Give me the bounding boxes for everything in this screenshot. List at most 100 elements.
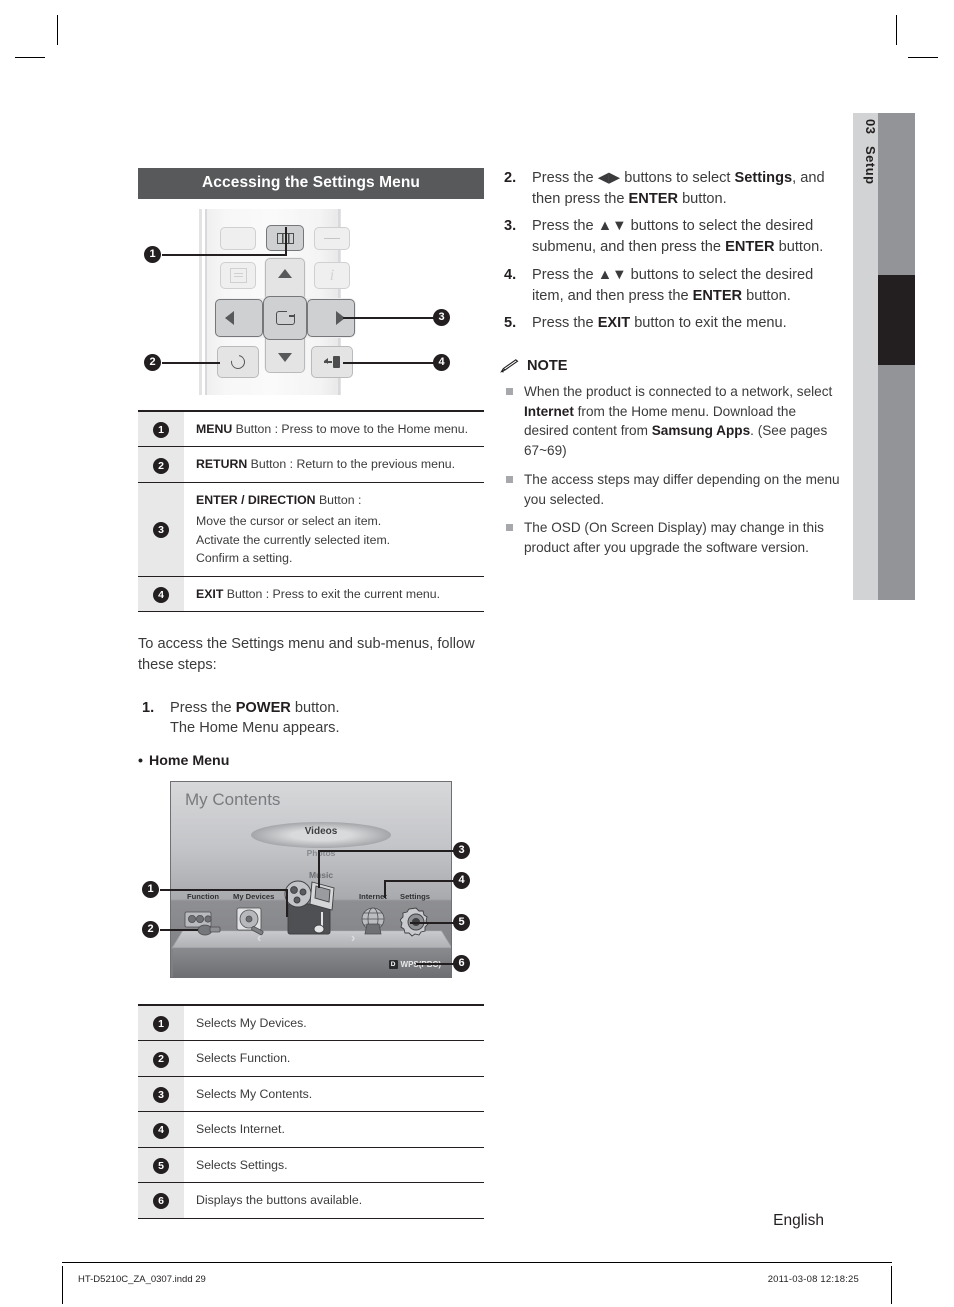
table-row: 2 Selects Function.: [138, 1040, 484, 1077]
remote-control-figure: i 1 2 3 4: [138, 205, 484, 410]
row-number: 5: [153, 1158, 169, 1175]
note-bullet-icon: [506, 475, 513, 483]
home-menu-heading-label: Home Menu: [148, 752, 230, 769]
callout-3: 3: [433, 309, 450, 326]
leader-2-h: [162, 362, 220, 364]
section-title-bar: Accessing the Settings Menu: [138, 168, 484, 199]
table-row: 1 MENU Button : Press to move to the Hom…: [138, 411, 484, 448]
note-header: NOTE: [500, 358, 840, 374]
home-callout-1: 1: [142, 880, 159, 898]
left-column: Accessing the Settings Menu i 1 2 3 4 1 …: [138, 168, 484, 1219]
function-icon[interactable]: [183, 908, 223, 938]
list-item: 3. Press the ▲▼ buttons to select the de…: [500, 216, 840, 257]
row-extra-line: Confirm a setting.: [196, 551, 293, 566]
shelf-label-my-devices: My Devices: [233, 891, 275, 901]
carousel-next-arrow[interactable]: ›: [351, 930, 355, 945]
language-footer: English: [773, 1212, 824, 1229]
leader-1-h: [162, 254, 287, 256]
table-row: 4 EXIT Button : Press to exit the curren…: [138, 576, 484, 613]
internet-icon[interactable]: [357, 906, 391, 938]
step-number: 4.: [504, 266, 517, 283]
note-text: When the product is connected to a netwo…: [524, 384, 833, 459]
step-post: button.: [290, 699, 340, 716]
chapter-tab: 03 Setup: [853, 113, 915, 600]
step-list-continued: 2. Press the ◀▶ buttons to select Settin…: [500, 168, 840, 334]
row-number-cell: 4: [138, 576, 184, 613]
home-callout-3: 3: [453, 841, 470, 859]
remote-button-enter: [263, 296, 307, 340]
enter-icon: [275, 310, 296, 325]
table-row: 1 Selects My Devices.: [138, 1004, 484, 1042]
chapter-number: 03: [863, 119, 878, 135]
row-number: 1: [153, 1016, 169, 1033]
shelf-label-internet: Internet: [359, 891, 387, 901]
chapter-tab-active-marker: [878, 275, 915, 365]
home-menu-figure: My Contents Videos Photos Music Function…: [138, 777, 484, 992]
row-bold: RETURN: [196, 457, 248, 472]
row-bold: ENTER / DIRECTION: [196, 492, 316, 507]
chapter-name: Setup: [863, 146, 878, 186]
carousel-item-videos[interactable]: Videos: [251, 826, 391, 837]
remote-edge-left: [199, 209, 202, 395]
table-row: 3 Selects My Contents.: [138, 1076, 484, 1113]
table-row: 2 RETURN Button : Return to the previous…: [138, 446, 484, 483]
step-list-one: 1. Press the POWER button. The Home Menu…: [138, 698, 484, 739]
leader-hm-1-v: [286, 888, 288, 917]
remote-button-blank-right: [314, 227, 350, 250]
footer-tick-right: [891, 1266, 892, 1304]
return-icon: [228, 352, 248, 372]
footer-tick-left: [62, 1266, 63, 1304]
home-callout-4: 4: [453, 871, 470, 889]
row-text-cell: RETURN Button : Return to the previous m…: [184, 446, 484, 483]
leader-hm-6-h: [416, 962, 456, 965]
shelf-label-function: Function: [187, 891, 220, 901]
row-text-cell: Selects Settings.: [184, 1147, 484, 1184]
callout-4: 4: [433, 354, 450, 371]
row-number: 4: [153, 1122, 169, 1139]
row-number-cell: 1: [138, 411, 184, 448]
step-number: 2.: [504, 170, 517, 186]
footer-timestamp: 2011-03-08 12:18:25: [767, 1274, 859, 1285]
row-text-cell: Selects Internet.: [184, 1111, 484, 1148]
row-number: 6: [153, 1193, 169, 1210]
row-number-cell: 2: [138, 1040, 184, 1077]
carousel-prev-arrow[interactable]: ‹: [257, 930, 261, 945]
home-callout-2: 2: [142, 920, 159, 938]
leader-hm-1-h: [160, 888, 288, 891]
row-extra-line: Move the cursor or select an item.: [196, 514, 382, 529]
leader-3-h: [343, 317, 436, 319]
chapter-tab-label: 03 Setup: [853, 113, 878, 263]
step-bold: POWER: [235, 699, 291, 716]
my-devices-icon[interactable]: [233, 906, 269, 938]
step-text: Press the ▲▼ buttons to select the desir…: [532, 266, 814, 304]
dash-icon: [324, 237, 340, 240]
row-number: 2: [153, 1051, 169, 1068]
note-text: The access steps may differ depending on…: [524, 471, 840, 507]
print-footer: HT-D5210C_ZA_0307.indd 29 2011-03-08 12:…: [0, 1262, 954, 1307]
pencil-icon: [500, 359, 520, 373]
remote-button-blank-left: [220, 227, 256, 250]
step-second-line: The Home Menu appears.: [170, 720, 340, 737]
callout-1: 1: [144, 246, 161, 263]
bullet-icon: •: [138, 752, 143, 769]
row-text-cell: ENTER / DIRECTION Button : Move the curs…: [184, 482, 484, 577]
note-list: When the product is connected to a netwo…: [500, 382, 840, 558]
list-item: When the product is connected to a netwo…: [500, 382, 840, 461]
intro-paragraph: To access the Settings menu and sub-menu…: [138, 636, 475, 673]
row-number: 4: [153, 586, 169, 603]
leader-hm-4-v: [384, 879, 386, 898]
step-pre: Press the: [170, 699, 236, 716]
home-callout-6: 6: [453, 954, 470, 972]
step-text: Press the EXIT button to exit the menu.: [532, 315, 787, 332]
right-column: 2. Press the ◀▶ buttons to select Settin…: [500, 168, 840, 567]
wps-button-badge: D: [388, 959, 398, 969]
step-text: Press the ◀▶ buttons to select Settings,…: [532, 170, 825, 207]
row-number-cell: 3: [138, 1076, 184, 1113]
remote-button-info: i: [314, 262, 350, 289]
info-icon: i: [329, 266, 335, 284]
row-bold: EXIT: [196, 586, 224, 601]
note-bullet-icon: [506, 388, 513, 396]
home-menu-table: 1 Selects My Devices. 2 Selects Function…: [138, 1003, 484, 1219]
row-text: Button :: [315, 492, 362, 507]
row-number-cell: 5: [138, 1147, 184, 1184]
